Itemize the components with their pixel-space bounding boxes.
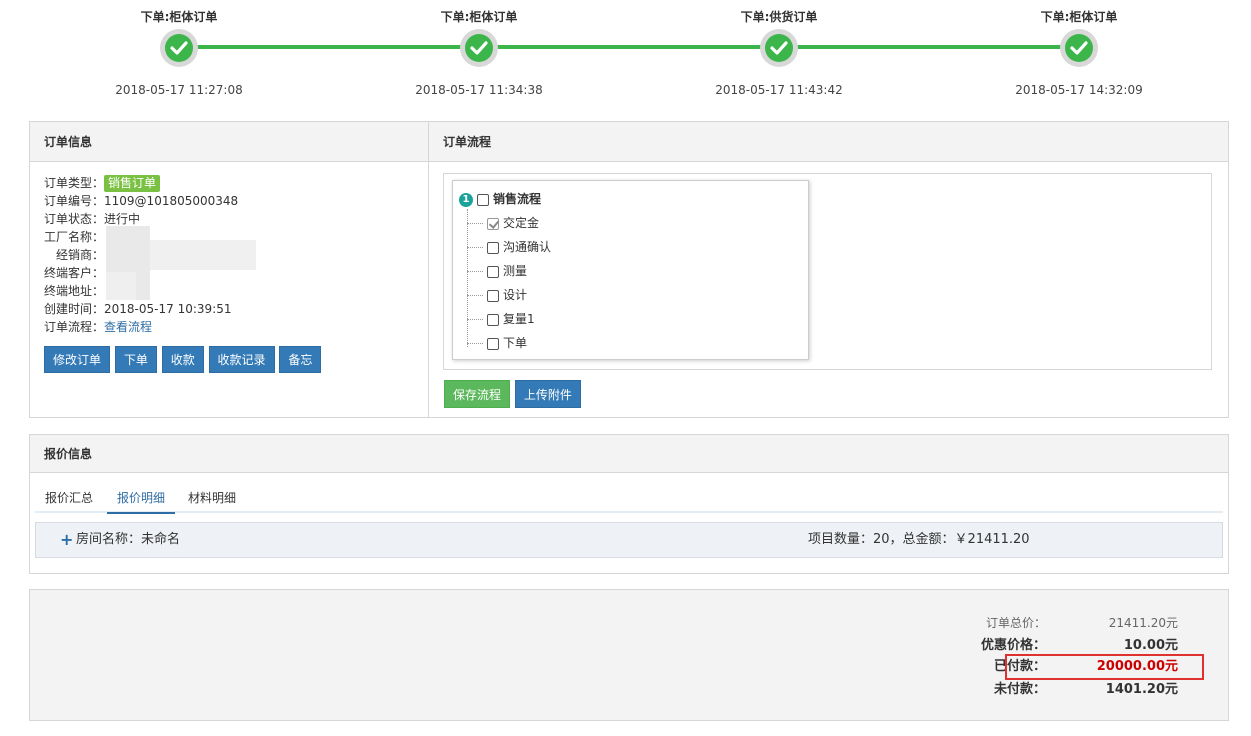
item-checkbox[interactable] [487, 289, 499, 302]
step-title: 下单:柜体订单 [440, 10, 518, 24]
item-checkbox[interactable] [487, 241, 499, 254]
order-info-heading: 订单信息 [30, 122, 428, 162]
order-type-badge: 销售订单 [104, 175, 161, 192]
quote-heading: 报价信息 [30, 435, 1228, 473]
step-title: 下单:柜体订单 [140, 10, 218, 24]
step-time: 2018-05-17 11:43:42 [715, 83, 843, 97]
unpaid-value: 1401.20元 [1105, 682, 1178, 697]
tree-item[interactable]: 设计 [467, 287, 527, 303]
tree-root[interactable]: 1 销售流程 [459, 191, 541, 207]
address-label: 终端地址： [44, 284, 105, 298]
progress-step: 下单:供货订单 2018-05-17 11:43:42 [679, 0, 879, 97]
view-flow-link[interactable]: 查看流程 [104, 318, 152, 336]
order-number-row: 订单编号：1109@101805000348 [44, 192, 428, 210]
tree-item[interactable]: 复量1 [467, 311, 535, 327]
tree-item[interactable]: 沟通确认 [467, 239, 551, 255]
flow-row: 订单流程：查看流程 [44, 318, 428, 336]
quote-tabs: 报价汇总 报价明细 材料明细 [35, 483, 1223, 514]
check-circle-icon [160, 29, 198, 67]
order-flow-panel: 订单流程 1 销售流程 交定金 沟通确认 测量 设计 复量1 下单 保存流程 上… [428, 121, 1229, 418]
room-name: 房间名称：未命名 [76, 532, 181, 547]
payment-records-button[interactable]: 收款记录 [208, 346, 275, 373]
item-label: 下单 [503, 336, 528, 350]
order-flow-heading: 订单流程 [429, 122, 1228, 162]
address-row: 终端地址： [44, 282, 428, 300]
item-checkbox[interactable] [487, 265, 499, 278]
upload-attachment-button[interactable]: 上传附件 [514, 380, 581, 408]
progress-step: 下单:柜体订单 2018-05-17 14:32:09 [979, 0, 1179, 97]
unpaid-label: 未付款： [993, 682, 1046, 697]
order-status-label: 订单状态： [44, 212, 105, 226]
client-label: 终端客户： [44, 266, 105, 280]
step-number-badge: 1 [459, 192, 473, 207]
tree-item[interactable]: 测量 [467, 263, 527, 279]
modify-order-button[interactable]: 修改订单 [44, 346, 111, 373]
redacted-mosaic [106, 272, 136, 300]
tab-quote-detail[interactable]: 报价明细 [107, 489, 176, 514]
quote-panel: 报价信息 报价汇总 报价明细 材料明细 + 房间名称：未命名 项目数量：20，总… [29, 434, 1229, 574]
tab-quote-summary[interactable]: 报价汇总 [45, 489, 93, 512]
dealer-label: 经销商： [56, 248, 105, 262]
paid-highlight-box [1005, 654, 1204, 680]
step-time: 2018-05-17 11:27:08 [115, 83, 243, 97]
order-status-row: 订单状态：进行中 [44, 210, 428, 228]
totals-panel: 订单总价： 21411.20元 优惠价格： 10.00元 已付款： 20000.… [29, 589, 1229, 721]
order-type-row: 订单类型： 销售订单 [44, 174, 428, 192]
order-info-panel: 订单信息 订单类型： 销售订单 订单编号：1109@101805000348 订单… [29, 121, 429, 418]
flow-actions: 保存流程 上传附件 [444, 380, 582, 408]
order-total-row: 订单总价： 21411.20元 [938, 612, 1178, 634]
flow-tree: 1 销售流程 交定金 沟通确认 测量 设计 复量1 下单 [452, 180, 809, 360]
tree-item[interactable]: 下单 [467, 335, 527, 351]
step-time: 2018-05-17 14:32:09 [1015, 83, 1143, 97]
step-time: 2018-05-17 11:34:38 [415, 83, 543, 97]
check-circle-icon [460, 29, 498, 67]
order-type-label: 订单类型： [44, 176, 105, 190]
step-title: 下单:供货订单 [740, 10, 818, 24]
item-label: 测量 [503, 264, 528, 278]
item-label: 复量1 [503, 312, 535, 326]
item-checkbox[interactable] [487, 313, 499, 326]
item-checkbox[interactable] [487, 217, 499, 230]
root-label: 销售流程 [493, 192, 542, 206]
order-total-label: 订单总价： [985, 616, 1046, 630]
order-actions: 修改订单 下单 收款 收款记录 备忘 [44, 346, 428, 373]
progress-line [178, 45, 1078, 49]
item-checkbox[interactable] [487, 337, 499, 350]
order-number-label: 订单编号： [44, 194, 105, 208]
save-flow-button[interactable]: 保存流程 [444, 380, 511, 408]
created-row: 创建时间：2018-05-17 10:39:51 [44, 300, 428, 318]
order-progress: 下单:柜体订单 2018-05-17 11:27:08 下单:柜体订单 2018… [0, 0, 1251, 110]
check-circle-icon [760, 29, 798, 67]
flow-label: 订单流程： [44, 320, 105, 334]
step-title: 下单:柜体订单 [1040, 10, 1118, 24]
progress-step: 下单:柜体订单 2018-05-17 11:27:08 [79, 0, 279, 97]
progress-step: 下单:柜体订单 2018-05-17 11:34:38 [379, 0, 579, 97]
created-value: 2018-05-17 10:39:51 [104, 302, 232, 316]
collect-payment-button[interactable]: 收款 [161, 346, 204, 373]
order-number-value: 1109@101805000348 [104, 194, 239, 208]
tree-item[interactable]: 交定金 [467, 215, 539, 231]
place-order-button[interactable]: 下单 [114, 346, 157, 373]
tab-material-detail[interactable]: 材料明细 [188, 489, 236, 512]
created-label: 创建时间： [44, 302, 105, 316]
factory-label: 工厂名称： [44, 230, 105, 244]
flow-container: 1 销售流程 交定金 沟通确认 测量 设计 复量1 下单 [443, 173, 1212, 370]
order-total-value: 21411.20元 [1108, 616, 1178, 630]
room-summary: 项目数量：20，总金额：￥21411.20 [808, 532, 1030, 547]
check-circle-icon [1060, 29, 1098, 67]
room-row[interactable]: + 房间名称：未命名 项目数量：20，总金额：￥21411.20 [35, 522, 1223, 558]
item-label: 沟通确认 [503, 240, 552, 254]
item-label: 设计 [503, 288, 528, 302]
item-label: 交定金 [503, 216, 540, 230]
unpaid-row: 未付款： 1401.20元 [938, 679, 1178, 701]
memo-button[interactable]: 备忘 [279, 346, 322, 373]
expand-plus-icon[interactable]: + [60, 523, 73, 557]
redacted-mosaic [150, 240, 256, 270]
root-checkbox[interactable] [477, 193, 489, 206]
